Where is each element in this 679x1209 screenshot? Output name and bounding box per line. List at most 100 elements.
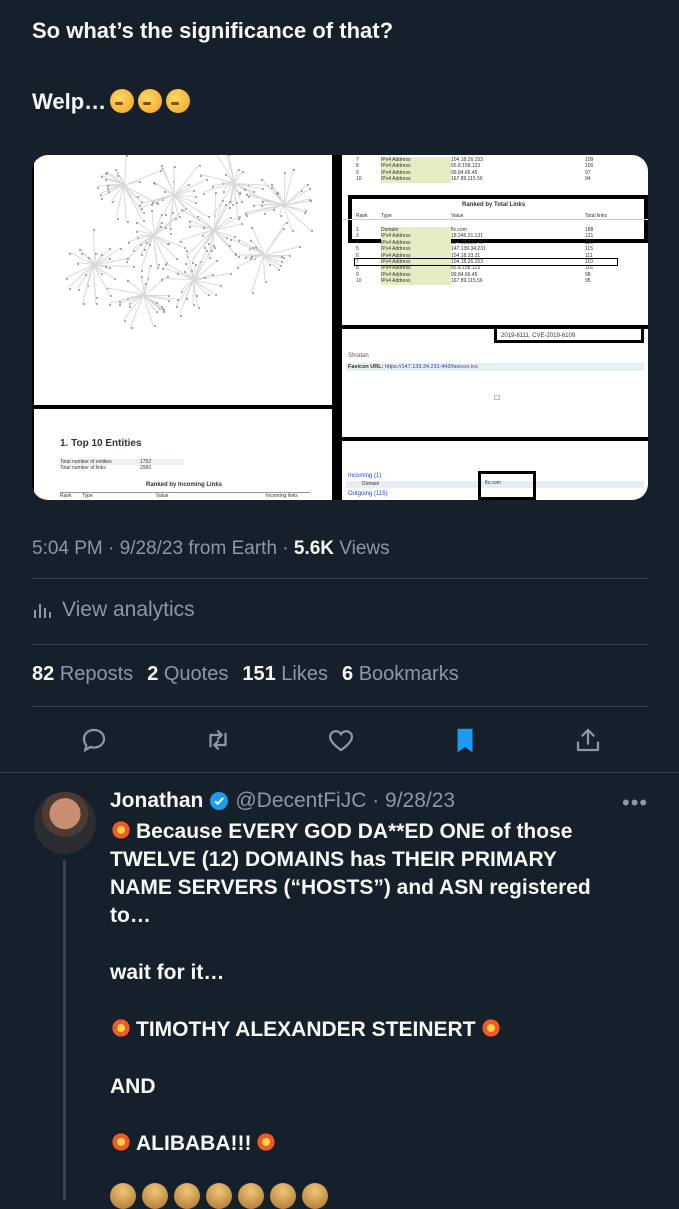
tweet-media-grid[interactable]: 1. Top 10 Entities Total number of entit…	[32, 155, 648, 500]
media-image-ranked-table[interactable]: 7IPv4 Address104.18.26.1531098IPv4 Addre…	[342, 155, 648, 325]
graph-node	[109, 267, 111, 269]
graph-node	[239, 192, 241, 194]
repost-button[interactable]	[200, 722, 236, 758]
quotes-stat[interactable]: 2 Quotes	[147, 663, 228, 686]
reply-text-line2: TWELVE (12) DOMAINS has THEIR PRIMARY	[110, 846, 650, 875]
graph-node	[127, 258, 129, 260]
graph-node	[191, 270, 193, 272]
graph-node	[248, 196, 250, 198]
likes-stat[interactable]: 151 Likes	[242, 663, 328, 686]
graph-node	[283, 257, 285, 259]
graph-node	[208, 216, 210, 218]
graph-node	[69, 288, 71, 290]
graph-node	[208, 294, 210, 296]
graph-node	[161, 222, 163, 224]
graph-node	[236, 202, 238, 204]
graph-node	[77, 263, 79, 265]
reposts-stat[interactable]: 82 Reposts	[32, 663, 133, 686]
ranked_rows-cell: 167.89.115.56	[451, 278, 585, 284]
graph-node	[189, 226, 191, 228]
reply-text-line3: NAME SERVERS (“HOSTS”) and ASN registere…	[110, 874, 650, 903]
graph-node	[214, 247, 216, 249]
graph-node	[196, 295, 198, 297]
thinking-face-icon	[166, 89, 190, 113]
emoji-icon	[110, 1183, 136, 1209]
table_rows_top-cell: 94	[585, 176, 625, 182]
divider	[32, 706, 648, 707]
graph-node	[179, 216, 181, 218]
graph-node	[262, 188, 264, 190]
reply-button[interactable]	[76, 722, 112, 758]
graph-node	[304, 212, 306, 214]
ranked-header-value: Value	[451, 213, 585, 219]
views-count: 5.6K	[294, 538, 334, 559]
graph-node	[157, 267, 159, 269]
graph-node	[230, 239, 232, 241]
graph-node	[206, 250, 208, 252]
graph-node	[241, 201, 243, 203]
graph-node	[220, 285, 222, 287]
graph-node	[157, 203, 159, 205]
graph-node	[131, 327, 133, 329]
bookmarks-stat[interactable]: 6 Bookmarks	[342, 663, 459, 686]
views-label: Views	[334, 538, 390, 559]
graph-node	[200, 175, 202, 177]
media-image-incoming[interactable]: Incoming (1) Domain flx.com Outgoing (11…	[342, 441, 648, 500]
graph-node	[310, 200, 312, 202]
graph-node	[101, 176, 103, 178]
graph-node	[161, 214, 163, 216]
graph-edge	[251, 255, 264, 292]
graph-node	[252, 292, 254, 294]
media-image-shodan[interactable]: 2019-6111, CVE-2019-6109 Shodan Favicon …	[342, 329, 648, 437]
ranked_rows-cell: IPv4 Address	[381, 278, 451, 284]
graph-node	[253, 205, 255, 207]
graph-node	[165, 264, 167, 266]
graph-node	[292, 230, 294, 232]
incoming-links-title: Ranked by Incoming Links	[146, 482, 222, 488]
graph-node	[124, 320, 126, 322]
graph-node	[172, 212, 174, 214]
like-button[interactable]	[323, 722, 359, 758]
graph-node	[139, 181, 141, 183]
author-handle-date[interactable]: @DecentFiJC · 9/28/23	[235, 789, 455, 813]
graph-edge	[124, 155, 127, 185]
graph-node	[180, 241, 182, 243]
graph-node	[193, 304, 195, 306]
media-image-top10-entities[interactable]: 1. Top 10 Entities Total number of entit…	[34, 409, 332, 500]
graph-node	[202, 235, 204, 237]
graph-node	[293, 169, 295, 171]
graph-node	[154, 325, 156, 327]
graph-node	[101, 273, 103, 275]
graph-node	[204, 277, 206, 279]
graph-node	[239, 216, 241, 218]
emoji-icon	[142, 1183, 168, 1209]
tweet-text-welp: Welp…	[32, 89, 106, 114]
avatar[interactable]	[34, 792, 96, 854]
media-image-network-graph[interactable]	[34, 155, 332, 405]
graph-node	[229, 207, 231, 209]
graph-node	[265, 281, 267, 283]
thread-line	[63, 860, 66, 1200]
graph-node	[209, 257, 211, 259]
view-analytics-button[interactable]: View analytics	[32, 598, 195, 622]
graph-node	[127, 221, 129, 223]
graph-node	[281, 261, 283, 263]
graph-edge	[93, 229, 95, 265]
thinking-face-icon	[110, 89, 134, 113]
graph-node	[309, 199, 311, 201]
bookmark-button[interactable]	[447, 722, 483, 758]
graph-node	[164, 191, 166, 193]
graph-node	[264, 213, 266, 215]
graph-node	[305, 210, 307, 212]
ranked_rows-row: 10IPv4 Address167.89.115.5695	[342, 278, 648, 284]
author-name[interactable]: Jonathan	[110, 789, 203, 813]
emoji-icon	[270, 1183, 296, 1209]
more-options-button[interactable]: •••	[622, 790, 648, 816]
emoji-icon	[206, 1183, 232, 1209]
share-button[interactable]	[570, 722, 606, 758]
collision-icon	[110, 819, 132, 841]
graph-node	[95, 253, 97, 255]
favicon-label: Favicon URL:	[348, 364, 383, 370]
graph-node	[88, 257, 90, 259]
reply-text-alibaba: ALIBABA!!!	[110, 1130, 650, 1159]
